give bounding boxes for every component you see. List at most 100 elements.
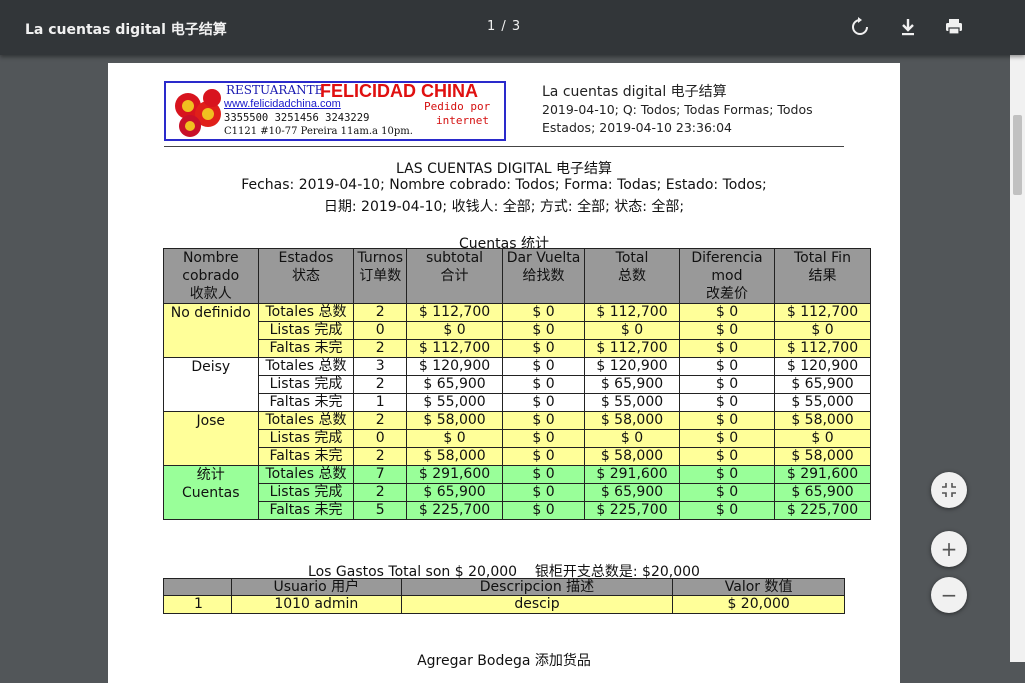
cell-subtotal: $ 58,000 xyxy=(406,447,504,466)
logo-pedido: Pedido por xyxy=(424,100,491,113)
lanterns-icon xyxy=(175,89,221,137)
gastos-col-descripcion: Descripcion 描述 xyxy=(400,578,674,596)
cell-subtotal: $ 0 xyxy=(406,429,504,448)
cell-fin: $ 112,700 xyxy=(773,339,872,358)
gastos-valor: $ 20,000 xyxy=(672,595,845,614)
cell-estado: Faltas 未完 xyxy=(257,501,355,520)
cell-dif: $ 0 xyxy=(678,447,775,466)
cell-vuelta: $ 0 xyxy=(502,447,585,466)
cell-total: $ 58,000 xyxy=(584,447,680,466)
report-filters-es: Fechas: 2019-04-10; Nombre cobrado: Todo… xyxy=(241,177,767,193)
cell-subtotal: $ 225,700 xyxy=(406,501,504,520)
cell-total: $ 225,700 xyxy=(584,501,680,520)
page-indicator: 1 / 3 xyxy=(487,19,522,34)
cell-turnos: 7 xyxy=(353,465,408,484)
pdf-toolbar: La cuentas digital 电子结算 1 / 3 xyxy=(0,0,1025,55)
gastos-desc: descip xyxy=(400,595,674,614)
gastos-row: 1 1010 admin descip $ 20,000 xyxy=(163,595,845,614)
report-filters-zh: 日期: 2019-04-10; 收钱人: 全部; 方式: 全部; 状态: 全部; xyxy=(323,199,685,215)
cell-estado: Listas 完成 xyxy=(257,321,355,340)
table-row: Faltas 未完 2 $ 112,700 $ 0 $ 112,700 $ 0 $ 112,… xyxy=(164,339,872,358)
print-icon[interactable] xyxy=(941,14,967,40)
cell-fin: $ 120,900 xyxy=(773,357,872,376)
cell-fin: $ 65,900 xyxy=(773,483,872,502)
cell-estado: Listas 完成 xyxy=(257,375,355,394)
cell-dif: $ 0 xyxy=(678,465,775,484)
gastos-num: 1 xyxy=(163,595,232,614)
cell-fin: $ 291,600 xyxy=(773,465,872,484)
cell-estado: Totales 总数 xyxy=(257,357,355,376)
cell-dif: $ 0 xyxy=(678,321,775,340)
table-row: Faltas 未完 2 $ 58,000 $ 0 $ 58,000 $ 0 $ 58,000 xyxy=(164,447,872,466)
cell-dif: $ 0 xyxy=(678,375,775,394)
cell-turnos: 2 xyxy=(353,339,408,358)
logo-website: www.felicidadchina.com xyxy=(224,98,341,110)
table-header-row: Nombre cobrado 收款人 Estados 状态 Turnos 订单数 sub… xyxy=(163,248,872,304)
cell-vuelta: $ 0 xyxy=(502,465,585,484)
cell-vuelta: $ 0 xyxy=(502,357,585,376)
gastos-col-valor: Valor 数值 xyxy=(672,578,845,596)
logo-brand: FELICIDAD CHINA xyxy=(320,81,478,101)
cell-fin: $ 112,700 xyxy=(773,303,872,322)
cell-turnos: 1 xyxy=(353,393,408,412)
col-totalfin: Total Fin 结果 xyxy=(773,248,872,304)
logo-internet: internet xyxy=(436,114,489,127)
cell-vuelta: $ 0 xyxy=(502,483,585,502)
cell-vuelta: $ 0 xyxy=(502,501,585,520)
cell-turnos: 3 xyxy=(353,357,408,376)
cell-nombre: 统计 Cuentas xyxy=(163,465,259,520)
cell-subtotal: $ 112,700 xyxy=(406,303,504,322)
cell-vuelta: $ 0 xyxy=(502,303,585,322)
cell-subtotal: $ 65,900 xyxy=(406,483,504,502)
header-timestamp: Estados; 2019-04-10 23:36:04 xyxy=(542,120,733,135)
cell-subtotal: $ 65,900 xyxy=(406,375,504,394)
cell-fin: $ 0 xyxy=(773,429,872,448)
table-row: Jose Totales 总数 2 $ 58,000 $ 0 $ 58,000 $ 0 $ 5… xyxy=(163,411,872,466)
cell-estado: Faltas 未完 xyxy=(257,393,355,412)
cell-turnos: 2 xyxy=(353,303,408,322)
fit-page-icon xyxy=(942,483,956,497)
zoom-in-button[interactable]: + xyxy=(931,531,967,567)
header-filters: 2019-04-10; Q: Todos; Todas Formas; Todo… xyxy=(542,102,813,117)
cell-estado: Totales 总数 xyxy=(257,411,355,430)
table-row: Listas 完成 0 $ 0 $ 0 $ 0 $ 0 $ 0 xyxy=(164,429,872,448)
cell-dif: $ 0 xyxy=(678,303,775,322)
vertical-scrollbar[interactable] xyxy=(1010,55,1025,662)
gastos-header-row: Usuario 用户 Descripcion 描述 Valor 数值 xyxy=(163,578,845,596)
rotate-icon[interactable] xyxy=(847,14,873,40)
cell-dif: $ 0 xyxy=(678,483,775,502)
cell-fin: $ 225,700 xyxy=(773,501,872,520)
cell-nombre: No definido xyxy=(163,303,259,358)
table-row: Listas 完成 2 $ 65,900 $ 0 $ 65,900 $ 0 $ 65,900 xyxy=(164,483,872,502)
table-row: Faltas 未完 5 $ 225,700 $ 0 $ 225,700 $ 0 $ 225,… xyxy=(164,501,872,520)
cell-vuelta: $ 0 xyxy=(502,411,585,430)
cell-fin: $ 58,000 xyxy=(773,411,872,430)
cell-estado: Faltas 未完 xyxy=(257,447,355,466)
document-title: La cuentas digital 电子结算 xyxy=(25,22,227,38)
cell-vuelta: $ 0 xyxy=(502,321,585,340)
cell-total: $ 120,900 xyxy=(584,357,680,376)
cell-subtotal: $ 112,700 xyxy=(406,339,504,358)
restaurant-logo: RESTUARANTE FELICIDAD CHINA www.felicida… xyxy=(164,81,506,141)
fit-page-button[interactable] xyxy=(931,472,967,508)
col-estados: Estados 状态 xyxy=(257,248,355,304)
cell-turnos: 2 xyxy=(353,375,408,394)
col-total: Total 总数 xyxy=(584,248,680,304)
cell-total: $ 65,900 xyxy=(584,375,680,394)
scrollbar-thumb[interactable] xyxy=(1013,115,1022,195)
header-divider xyxy=(164,146,844,147)
cell-vuelta: $ 0 xyxy=(502,375,585,394)
download-icon[interactable] xyxy=(895,14,921,40)
col-nombre: Nombre cobrado 收款人 xyxy=(163,248,259,304)
cell-turnos: 5 xyxy=(353,501,408,520)
cell-total: $ 55,000 xyxy=(584,393,680,412)
cell-vuelta: $ 0 xyxy=(502,429,585,448)
cell-subtotal: $ 58,000 xyxy=(406,411,504,430)
cuentas-table: Nombre cobrado 收款人 Estados 状态 Turnos 订单数 sub… xyxy=(163,248,872,520)
cell-dif: $ 0 xyxy=(678,393,775,412)
cell-turnos: 0 xyxy=(353,321,408,340)
table-row: Listas 完成 2 $ 65,900 $ 0 $ 65,900 $ 0 $ 65,900 xyxy=(164,375,872,394)
cell-estado: Totales 总数 xyxy=(257,465,355,484)
zoom-out-button[interactable]: − xyxy=(931,577,967,613)
cell-fin: $ 58,000 xyxy=(773,447,872,466)
